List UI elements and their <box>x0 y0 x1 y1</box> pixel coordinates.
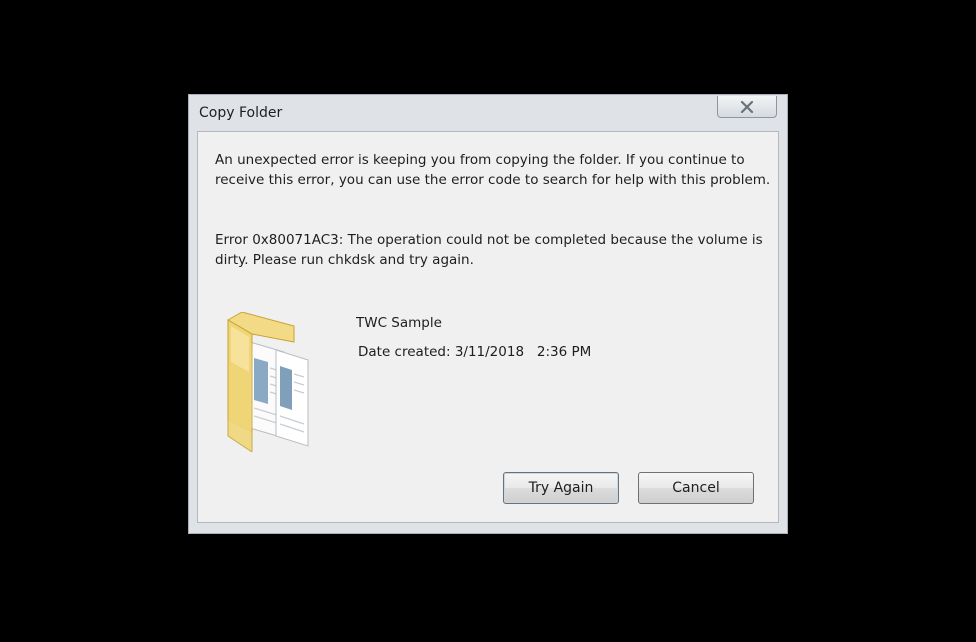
folder-icon <box>227 312 309 452</box>
error-message: An unexpected error is keeping you from … <box>215 152 771 188</box>
date-created: Date created: 3/11/2018 2:36 PM <box>358 344 592 360</box>
error-code-message: Error 0x80071AC3: The operation could no… <box>215 232 763 268</box>
file-name: TWC Sample <box>356 315 442 331</box>
dialog-content: An unexpected error is keeping you from … <box>197 131 779 523</box>
try-again-button[interactable]: Try Again <box>503 472 619 504</box>
copy-folder-dialog: Copy Folder An unexpected error is keepi… <box>188 94 788 534</box>
close-icon <box>740 100 754 113</box>
cancel-button[interactable]: Cancel <box>638 472 754 504</box>
close-button[interactable] <box>717 96 777 118</box>
dialog-title: Copy Folder <box>199 105 283 121</box>
